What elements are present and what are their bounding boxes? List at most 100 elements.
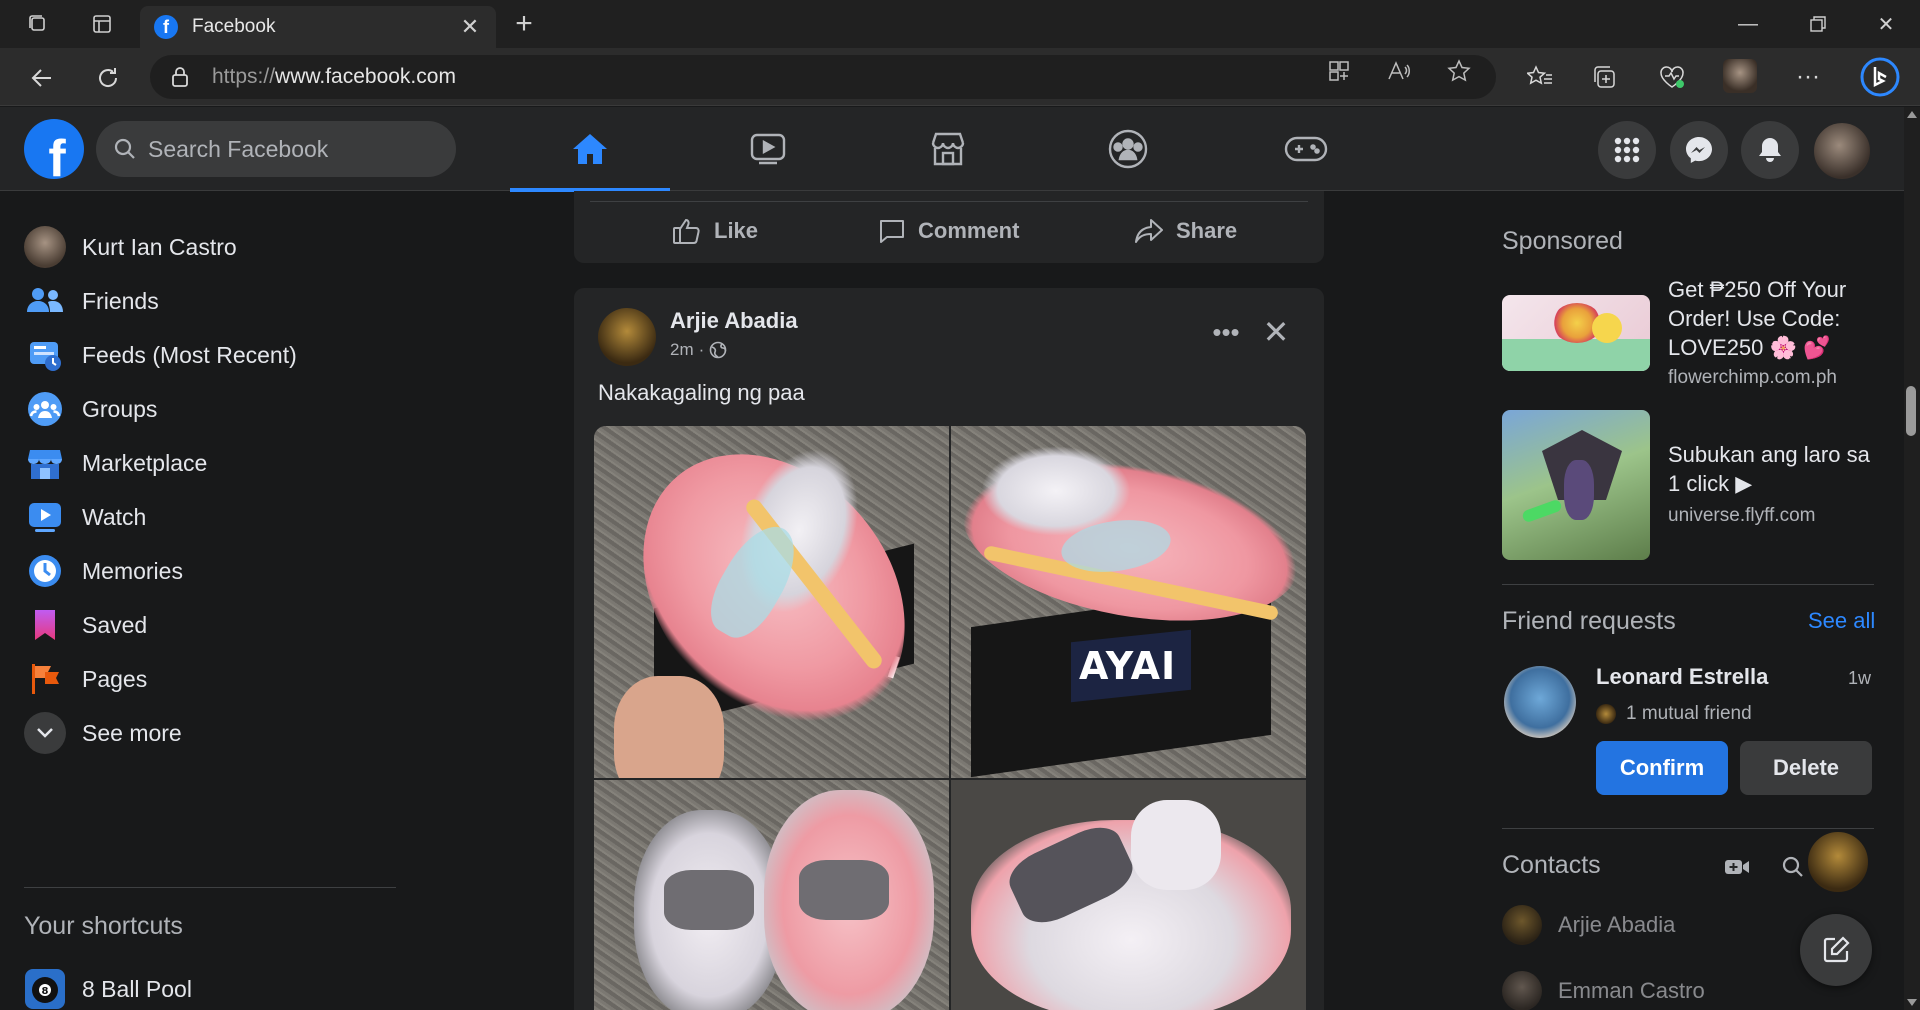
tab-marketplace[interactable] xyxy=(868,107,1028,191)
post-photo-1[interactable]: AYAI xyxy=(594,426,949,778)
sidebar-item-marketplace[interactable]: Marketplace xyxy=(24,435,207,491)
tab-groups[interactable] xyxy=(1048,107,1208,191)
minimize-icon[interactable]: — xyxy=(1728,8,1768,40)
sidebar-item-label: Friends xyxy=(82,287,159,314)
more-options-icon[interactable]: ··· xyxy=(1792,61,1824,93)
sidebar-item-label: Kurt Ian Castro xyxy=(82,233,237,260)
shortcut-item[interactable]: 8 8 Ball Pool xyxy=(24,961,192,1010)
confirm-button[interactable]: Confirm xyxy=(1596,741,1728,795)
ad-image-1[interactable] xyxy=(1502,295,1650,371)
account-avatar[interactable] xyxy=(1812,121,1872,181)
tab-watch[interactable] xyxy=(688,107,848,191)
browser-tab[interactable]: f Facebook ✕ xyxy=(140,6,496,48)
workspaces-icon[interactable] xyxy=(24,10,52,38)
contact-name: Arjie Abadia xyxy=(1558,912,1676,937)
comment-icon xyxy=(880,220,904,243)
read-aloud-icon[interactable] xyxy=(1386,58,1412,84)
sidebar-item-watch[interactable]: Watch xyxy=(24,489,146,545)
post-options-icon[interactable]: ••• xyxy=(1206,312,1246,352)
notifications-button[interactable] xyxy=(1741,121,1799,179)
ad-title-1[interactable]: Get ₱250 Off Your Order! Use Code: LOVE2… xyxy=(1668,275,1878,362)
sidebar-item-label: Groups xyxy=(82,395,158,422)
app-available-icon[interactable] xyxy=(1326,58,1352,84)
favorite-star-icon[interactable] xyxy=(1446,58,1472,84)
new-message-button[interactable] xyxy=(1800,914,1872,986)
post-photo-3[interactable] xyxy=(594,780,949,1010)
search-contacts-icon[interactable] xyxy=(1778,852,1808,882)
search-icon xyxy=(114,138,135,159)
friends-icon xyxy=(24,280,66,322)
share-icon xyxy=(1135,219,1163,243)
favorites-icon[interactable] xyxy=(1524,61,1556,93)
post-photo-2[interactable]: AYAI xyxy=(951,426,1306,778)
sidebar-item-label: Memories xyxy=(82,557,183,584)
comment-button[interactable]: Comment xyxy=(878,211,1019,251)
search-input[interactable]: Search Facebook xyxy=(96,121,456,177)
sidebar-item-profile[interactable]: Kurt Ian Castro xyxy=(24,219,237,275)
scroll-down-icon[interactable] xyxy=(1907,999,1917,1006)
bell-icon xyxy=(1759,138,1781,162)
home-icon xyxy=(573,134,607,164)
contacts-heading: Contacts xyxy=(1502,851,1601,879)
sidebar-item-friends[interactable]: Friends xyxy=(24,273,159,329)
tab-gaming[interactable] xyxy=(1226,107,1386,191)
post-time[interactable]: 2m xyxy=(670,340,694,360)
messenger-button[interactable] xyxy=(1670,121,1728,179)
close-tab-icon[interactable]: ✕ xyxy=(458,14,482,40)
previous-post-actions: Like Comment Share xyxy=(574,191,1324,263)
ad-title-2[interactable]: Subukan ang laro sa 1 click ▶ xyxy=(1668,440,1878,498)
post-meta: 2m · xyxy=(670,340,727,360)
share-button[interactable]: Share xyxy=(1134,211,1237,251)
messenger-icon xyxy=(1686,137,1712,163)
collections-icon[interactable] xyxy=(1588,61,1620,93)
right-divider xyxy=(1502,828,1874,829)
lock-icon[interactable] xyxy=(170,66,190,88)
svg-text:8: 8 xyxy=(42,986,49,997)
sidebar-item-label: Saved xyxy=(82,611,148,638)
video-call-icon[interactable] xyxy=(1720,852,1754,882)
post-photo-4[interactable] xyxy=(951,780,1306,1010)
sidebar-item-feeds[interactable]: Feeds (Most Recent) xyxy=(24,327,297,383)
tab-home[interactable] xyxy=(510,107,670,192)
sidebar-item-pages[interactable]: Pages xyxy=(24,651,147,707)
scroll-up-icon[interactable] xyxy=(1907,111,1917,118)
friend-request-avatar[interactable] xyxy=(1504,666,1576,738)
restore-icon[interactable] xyxy=(1798,8,1838,40)
sidebar-item-groups[interactable]: Groups xyxy=(24,381,157,437)
tab-title: Facebook xyxy=(192,16,276,37)
like-button[interactable]: Like xyxy=(672,211,758,251)
ad-url-1[interactable]: flowerchimp.com.ph xyxy=(1668,367,1837,389)
contact-item[interactable]: Emman Castro xyxy=(1502,966,1705,1010)
ad-image-2[interactable] xyxy=(1502,410,1650,560)
feed-post: Arjie Abadia 2m · ••• ✕ Nakakagaling ng … xyxy=(574,288,1324,1010)
contact-item[interactable]: Arjie Abadia xyxy=(1502,900,1675,950)
mutual-friends[interactable]: 1 mutual friend xyxy=(1596,703,1752,725)
8-ball-pool-icon: 8 xyxy=(24,968,66,1010)
url-field[interactable]: https://www.facebook.com xyxy=(150,55,1496,99)
post-author-name[interactable]: Arjie Abadia xyxy=(670,308,798,334)
sidebar-item-memories[interactable]: Memories xyxy=(24,543,183,599)
close-window-icon[interactable]: ✕ xyxy=(1866,8,1906,40)
menu-button[interactable] xyxy=(1598,121,1656,179)
scrollbar[interactable] xyxy=(1904,107,1920,1010)
delete-button[interactable]: Delete xyxy=(1740,741,1872,795)
ad-url-2[interactable]: universe.flyff.com xyxy=(1668,505,1815,527)
refresh-icon[interactable] xyxy=(90,60,126,96)
friend-request-name[interactable]: Leonard Estrella xyxy=(1596,664,1768,690)
see-all-link[interactable]: See all xyxy=(1808,608,1875,634)
chat-head-avatar[interactable] xyxy=(1806,830,1870,894)
bing-copilot-icon[interactable] xyxy=(1858,55,1902,99)
browser-essentials-icon[interactable] xyxy=(1656,61,1688,93)
profile-avatar-icon[interactable] xyxy=(1722,58,1758,94)
sidebar-item-label: Pages xyxy=(82,665,148,692)
divider xyxy=(590,201,1308,202)
post-author-avatar[interactable] xyxy=(598,308,656,366)
facebook-logo-icon[interactable]: f xyxy=(24,119,84,179)
hide-post-icon[interactable]: ✕ xyxy=(1256,312,1296,352)
sidebar-item-saved[interactable]: Saved xyxy=(24,597,147,653)
scrollbar-thumb[interactable] xyxy=(1906,386,1916,436)
tab-actions-icon[interactable] xyxy=(88,10,116,38)
sidebar-item-see-more[interactable]: See more xyxy=(24,705,182,761)
new-tab-icon[interactable]: + xyxy=(508,7,540,40)
back-icon[interactable] xyxy=(24,60,60,96)
